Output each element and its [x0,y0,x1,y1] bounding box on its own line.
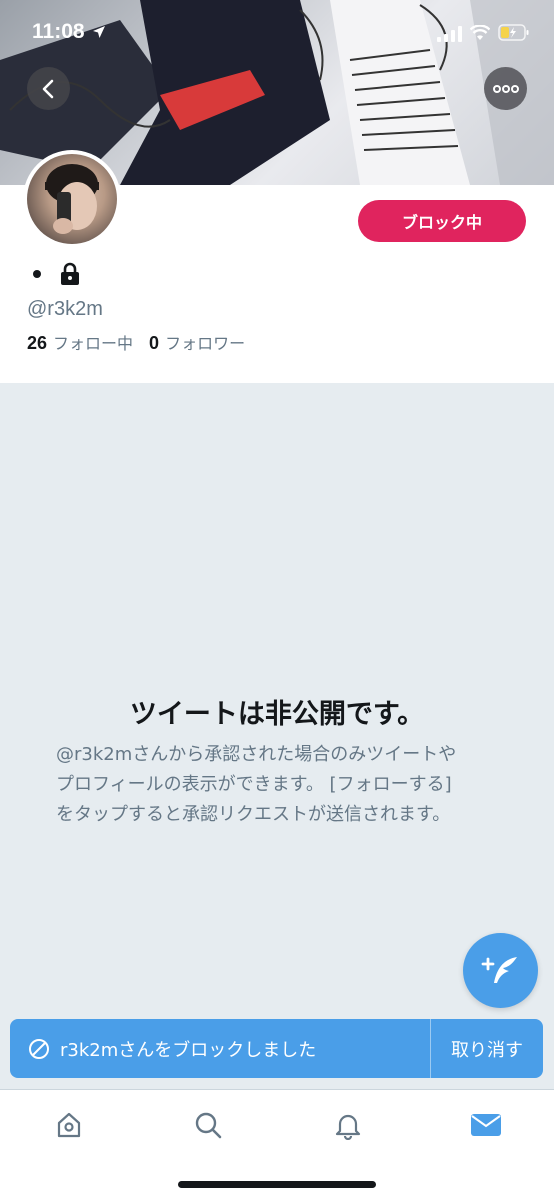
display-name [33,270,41,278]
following-label[interactable]: フォロー中 [53,330,133,354]
cellular-signal-icon [437,26,462,42]
lock-icon [61,262,79,285]
display-name-row [33,262,81,286]
avatar[interactable] [23,150,121,248]
search-icon [195,1112,222,1139]
block-toast: r3k2mさんをブロックしました 取り消す [10,1019,543,1078]
follow-stats: 26 フォロー中 0 フォロワー [27,330,245,354]
tab-messages[interactable] [468,1107,504,1143]
chevron-left-icon [42,79,53,98]
following-count[interactable]: 26 [27,333,47,354]
tab-notifications[interactable] [330,1107,366,1143]
avatar-photo [27,154,117,244]
user-handle: @r3k2m [27,298,103,320]
compose-feather-icon [481,956,517,983]
back-button[interactable] [27,67,70,110]
wifi-icon [470,25,490,40]
more-icon [492,84,519,93]
compose-tweet-button[interactable] [463,933,538,1008]
status-time: 11:08 [32,20,85,43]
block-icon [29,1038,49,1059]
protected-tweets-description: @r3k2mさんから承認された場合のみツイートや プロフィールの表示ができます。… [56,744,457,825]
toast-message: r3k2mさんをブロックしました [60,1039,317,1061]
messages-icon [471,1114,501,1136]
battery-icon [498,24,529,41]
notifications-icon [335,1114,361,1140]
home-indicator [178,1181,376,1188]
more-options-button[interactable] [484,67,527,110]
followers-label[interactable]: フォロワー [165,330,245,354]
tab-search[interactable] [190,1107,226,1143]
undo-button[interactable]: 取り消す [431,1036,543,1062]
followers-count[interactable]: 0 [149,333,159,354]
tab-home[interactable] [51,1107,87,1143]
blocking-button[interactable]: ブロック中 [358,200,526,242]
home-icon [57,1112,81,1138]
protected-tweets-title: ツイートは非公開です。 [129,699,425,730]
location-arrow-icon [93,26,105,38]
